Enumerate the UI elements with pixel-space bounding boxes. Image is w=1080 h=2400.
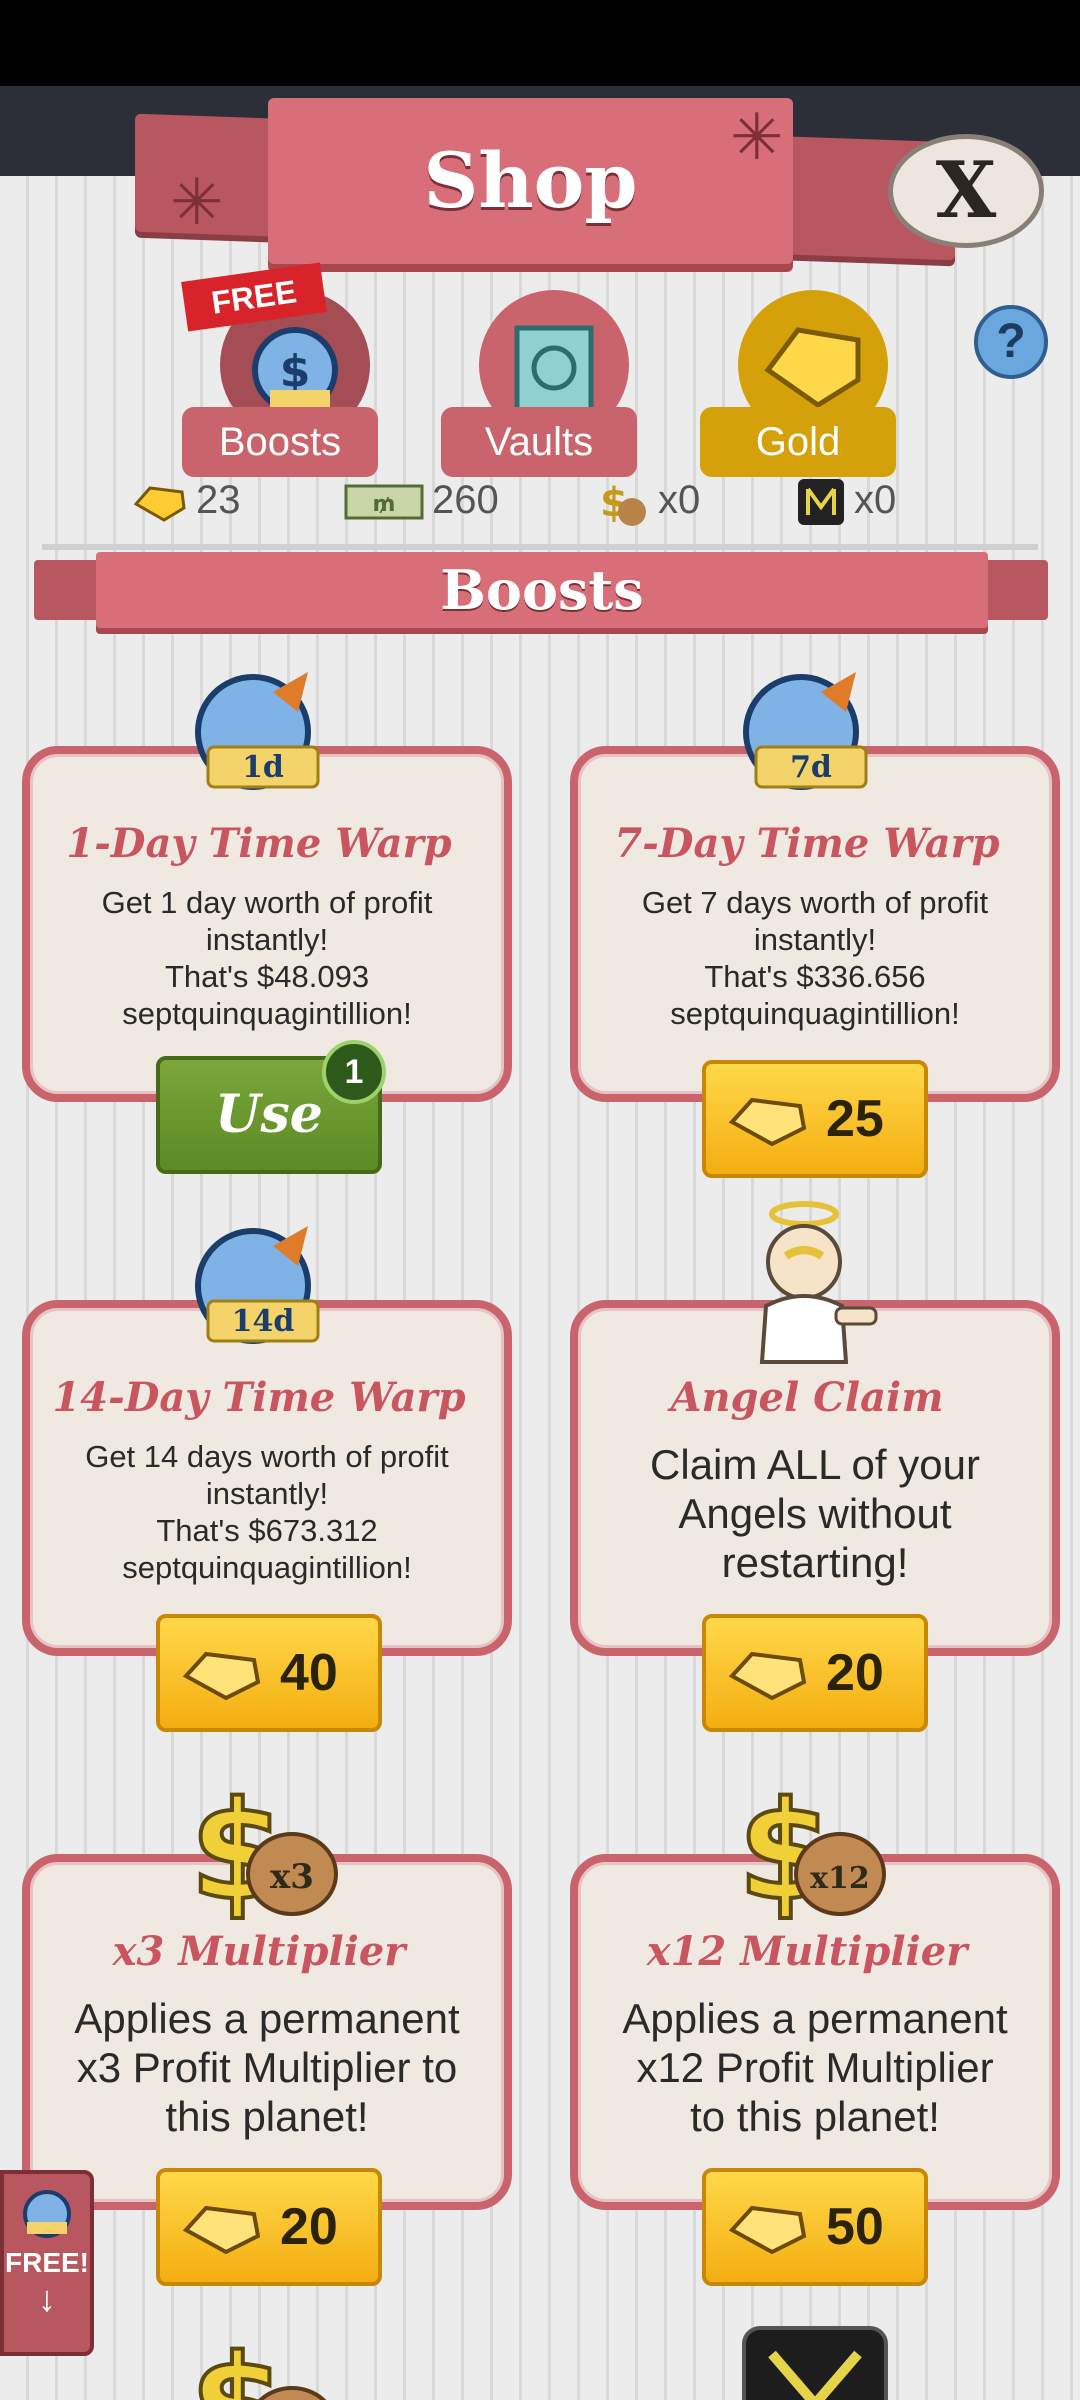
tab-label: Gold: [700, 407, 896, 477]
page-title: Shop: [423, 136, 638, 225]
angel-icon: [759, 1201, 878, 1364]
stopwatch-icon: 14d: [195, 1226, 320, 1344]
gold-gem-icon: [182, 2205, 261, 2254]
desc-line: Claim ALL of your: [650, 1441, 980, 1488]
desc-line: Applies a permanent: [74, 1995, 460, 2042]
ticket-value: x0: [854, 478, 897, 522]
buy-button[interactable]: 40: [156, 1614, 382, 1732]
desc-line: That's $48.093: [164, 959, 370, 994]
desc-line: to this planet!: [690, 2093, 940, 2140]
art-label: x12: [810, 1861, 870, 1896]
item-description: Get 7 days worth of profit instantly! Th…: [578, 884, 1052, 1032]
gold-value: 23: [196, 478, 241, 522]
stopwatch-icon: [23, 2190, 71, 2238]
svg-text:$: $: [190, 2327, 285, 2400]
item-description: Get 1 day worth of profit instantly! Tha…: [30, 884, 504, 1032]
help-button[interactable]: ?: [974, 305, 1048, 379]
art-label: 14d: [232, 1304, 295, 1339]
count-badge: 1: [322, 1040, 386, 1104]
art-label: x3: [270, 1857, 314, 1897]
item-title: x3 Multiplier: [112, 1928, 406, 1975]
stopwatch-icon: 7d: [743, 672, 868, 790]
gold-gem-icon: [728, 1097, 807, 1146]
item-description: Applies a permanent x12 Profit Multiplie…: [578, 1994, 1052, 2141]
art-label: 7d: [790, 750, 832, 785]
free-promo-label: FREE!: [5, 2247, 89, 2278]
buy-button[interactable]: 25: [702, 1060, 928, 1178]
item-title: 7-Day Time Warp: [614, 820, 1000, 867]
desc-line: instantly!: [205, 1476, 329, 1511]
desc-line: this planet!: [165, 2093, 369, 2140]
gold-count: 23: [132, 470, 241, 530]
gold-gem-icon: [728, 1651, 807, 1700]
free-promo-button[interactable]: FREE! ↓: [0, 2170, 94, 2356]
item-title: Angel Claim: [670, 1374, 944, 1421]
item-title: x12 Multiplier: [646, 1928, 968, 1975]
gold-gem-icon: [728, 2205, 807, 2254]
ticket-count: x0: [796, 470, 896, 530]
megabucks-value: 260: [432, 478, 499, 522]
tab-label: Vaults: [441, 407, 637, 477]
desc-line: septquinquagintillion!: [122, 996, 412, 1031]
desc-line: Get 7 days worth of profit: [641, 885, 989, 920]
money-bag-multiplier-icon: $ x12: [736, 1771, 886, 1920]
price-label: 50: [826, 2198, 884, 2256]
item-title: 14-Day Time Warp: [52, 1374, 466, 1421]
buy-button[interactable]: 50: [702, 2168, 928, 2286]
desc-line: That's $336.656: [704, 959, 926, 994]
desc-line: instantly!: [205, 922, 329, 957]
item-description: Claim ALL of your Angels without restart…: [578, 1440, 1052, 1587]
star-decoration: ✳: [170, 166, 224, 238]
gold-gem-icon: [133, 486, 186, 523]
art-label: 1d: [242, 750, 284, 785]
desc-line: Get 14 days worth of profit: [85, 1439, 449, 1474]
desc-line: Get 1 day worth of profit: [101, 885, 433, 920]
svg-text:₥: ₥: [373, 492, 396, 517]
desc-line: instantly!: [753, 922, 877, 957]
price-label: 25: [826, 1090, 884, 1148]
desc-line: x12 Profit Multiplier: [636, 2044, 994, 2091]
status-bar: [0, 0, 1080, 86]
desc-line: Applies a permanent: [622, 1995, 1008, 2042]
desc-line: Angels without: [678, 1490, 952, 1537]
desc-line: septquinquagintillion!: [122, 1550, 412, 1585]
money-bag-multiplier-icon: $: [188, 2325, 327, 2400]
section-title: Boosts: [440, 558, 644, 622]
down-arrow-icon: ↓: [38, 2278, 56, 2319]
mega-ticket-icon: [798, 479, 844, 526]
item-description: Applies a permanent x3 Profit Multiplier…: [30, 1994, 504, 2141]
buy-button[interactable]: 20: [702, 1614, 928, 1732]
megabucks-count: ₥ 260: [344, 470, 499, 530]
price-label: 40: [280, 1644, 338, 1702]
close-button[interactable]: X: [888, 134, 1044, 248]
buy-button[interactable]: 20: [156, 2168, 382, 2286]
item-title: 1-Day Time Warp: [66, 820, 452, 867]
desc-line: x3 Profit Multiplier to: [76, 2044, 458, 2091]
mega-ticket-icon: [742, 2326, 888, 2400]
price-label: 20: [826, 1644, 884, 1702]
stopwatch-icon: 1d: [195, 672, 320, 790]
multiplier-value: x0: [658, 478, 701, 522]
svg-text:$: $: [280, 346, 311, 397]
price-label: 20: [280, 2198, 338, 2256]
divider: [42, 544, 1038, 550]
desc-line: septquinquagintillion!: [670, 996, 960, 1031]
tab-label: Boosts: [182, 407, 378, 477]
item-description: Get 14 days worth of profit instantly! T…: [30, 1438, 504, 1586]
desc-line: restarting!: [721, 1539, 909, 1586]
money-bag-multiplier-icon: $: [600, 480, 646, 527]
desc-line: That's $673.312: [156, 1513, 378, 1548]
multiplier-count: $ x0: [594, 470, 700, 530]
megabucks-icon: ₥: [344, 484, 424, 520]
gold-gem-icon: [182, 1651, 261, 1700]
money-bag-multiplier-icon: $ x3: [188, 1771, 338, 1920]
